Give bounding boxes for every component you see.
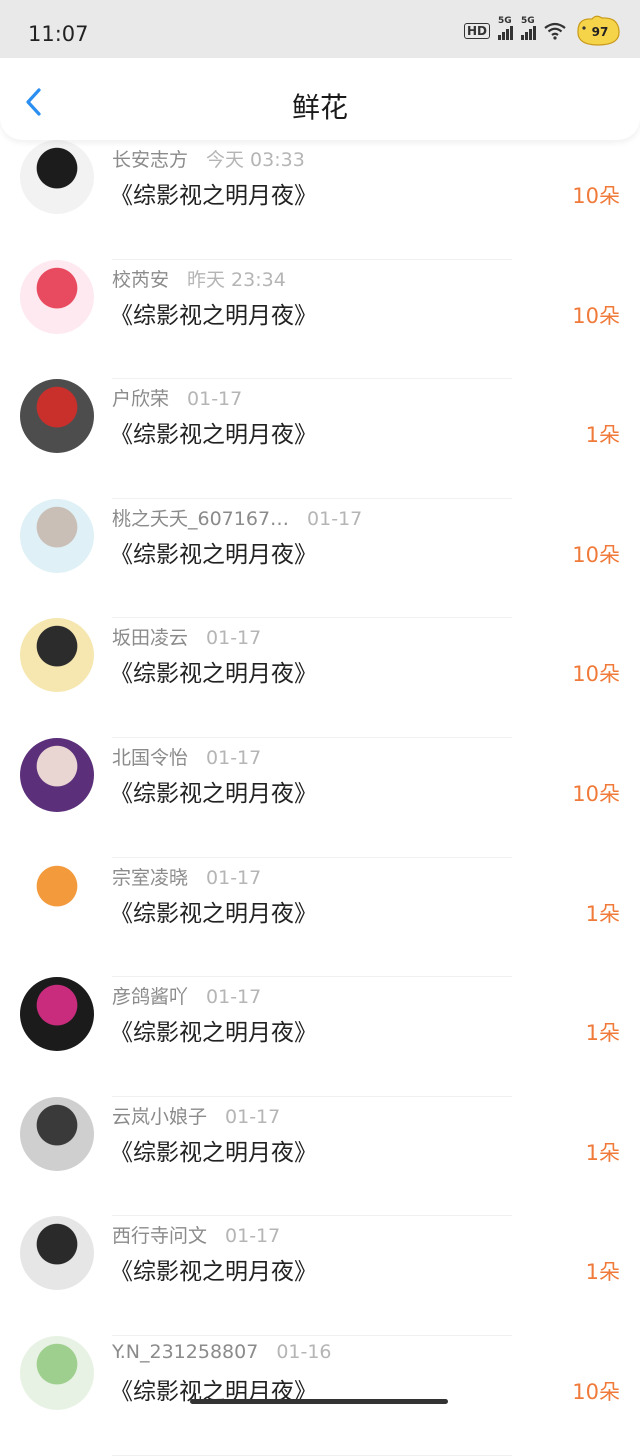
book-title[interactable]: 《综影视之明月夜》 [110,535,317,569]
username[interactable]: 长安志方 [112,149,188,171]
flower-count: 1朵 [585,1021,620,1046]
avatar[interactable] [20,498,94,573]
list-item[interactable]: 坂田凌云 01-17 《综影视之明月夜》 10朵 [0,618,640,738]
flower-count: 10朵 [572,184,620,208]
signal-icon-sim2: 5G [521,16,536,40]
username[interactable]: 校芮安 [112,269,169,291]
flower-count: 10朵 [572,542,620,567]
divider [112,1454,512,1456]
record-meta: 户欣荣 01-17 [112,384,242,411]
list-item[interactable]: 西行寺问文 01-17 《综影视之明月夜》 1朵 [0,1216,640,1336]
book-title[interactable]: 《综影视之明月夜》 [110,894,317,928]
flower-record-list: 长安志方 今天 03:33 《综影视之明月夜》 10朵 校芮安 昨天 23:34 《综影视之… [0,140,640,1456]
username[interactable]: Y.N_231258807 [112,1341,258,1363]
avatar[interactable] [20,1096,94,1171]
username[interactable]: 北国令怡 [112,747,188,769]
book-title[interactable]: 《综影视之明月夜》 [110,176,317,210]
flower-count: 10朵 [572,303,620,328]
flower-count: 10朵 [572,1379,620,1404]
timestamp: 01-17 [206,866,262,889]
avatar[interactable] [20,857,94,932]
list-item[interactable]: 校芮安 昨天 23:34 《综影视之明月夜》 10朵 [0,259,640,380]
avatar[interactable] [20,737,94,812]
wifi-icon [544,22,566,40]
record-meta: 彦鸽酱吖 01-17 [112,982,261,1009]
record-meta: Y.N_231258807 01-16 [112,1341,332,1363]
record-meta: 宗室凌晓 01-17 [112,863,261,890]
status-time: 11:07 [28,22,89,46]
record-meta: 西行寺问文 01-17 [112,1221,280,1248]
avatar[interactable] [20,379,94,454]
timestamp: 01-17 [206,746,262,769]
book-title[interactable]: 《综影视之明月夜》 [110,415,317,449]
list-item[interactable]: 北国令怡 01-17 《综影视之明月夜》 10朵 [0,737,640,858]
status-icons: HD 5G 5G 97 [463,14,622,48]
record-meta: 坂田凌云 01-17 [112,623,261,650]
record-meta: 长安志方 今天 03:33 [112,145,305,172]
book-title[interactable]: 《综影视之明月夜》 [110,296,317,330]
timestamp: 01-16 [276,1340,332,1363]
book-title[interactable]: 《综影视之明月夜》 [110,654,317,688]
book-title[interactable]: 《综影视之明月夜》 [110,1252,317,1286]
hd-icon: HD [463,23,490,39]
list-item[interactable]: 宗室凌晓 01-17 《综影视之明月夜》 1朵 [0,857,640,978]
timestamp: 01-17 [307,507,363,530]
username[interactable]: 宗室凌晓 [112,867,188,889]
record-meta: 北国令怡 01-17 [112,743,261,770]
timestamp: 昨天 23:34 [187,268,286,291]
record-meta: 云岚小娘子 01-17 [112,1102,280,1129]
flower-count: 1朵 [585,1260,620,1285]
list-item[interactable]: 长安志方 今天 03:33 《综影视之明月夜》 10朵 [0,140,640,260]
battery-icon: 97 [577,15,620,46]
username[interactable]: 桃之夭夭_607167… [112,508,289,530]
list-item[interactable]: Y.N_231258807 01-16 《综影视之明月夜》 10朵 [0,1335,640,1456]
timestamp: 01-17 [225,1225,281,1248]
flower-count: 1朵 [585,423,620,448]
battery-level: 97 [592,25,609,39]
record-meta: 校芮安 昨天 23:34 [112,265,286,292]
page-title: 鲜花 [291,91,348,124]
book-title[interactable]: 《综影视之明月夜》 [110,1133,317,1167]
username[interactable]: 西行寺问文 [112,1225,207,1247]
timestamp: 01-17 [206,627,262,650]
flower-count: 1朵 [585,901,620,926]
timestamp: 01-17 [225,1105,281,1128]
avatar[interactable] [20,140,94,214]
list-item[interactable]: 彦鸽酱吖 01-17 《综影视之明月夜》 1朵 [0,977,640,1097]
signal-icon-sim1: 5G [498,16,513,40]
flower-count: 10朵 [572,662,620,687]
avatar[interactable] [20,618,94,693]
timestamp: 今天 03:33 [206,149,305,171]
book-title[interactable]: 《综影视之明月夜》 [110,774,317,808]
username[interactable]: 户欣荣 [112,388,169,410]
username[interactable]: 坂田凌云 [112,627,188,649]
record-meta: 桃之夭夭_607167… 01-17 [112,504,362,531]
list-item[interactable]: 桃之夭夭_607167… 01-17 《综影视之明月夜》 10朵 [0,498,640,619]
avatar[interactable] [20,1335,94,1410]
flower-count: 10朵 [572,781,620,806]
timestamp: 01-17 [206,986,262,1009]
username[interactable]: 云岚小娘子 [112,1106,207,1128]
home-indicator[interactable] [190,1399,448,1404]
avatar[interactable] [20,1216,94,1291]
flower-count: 1朵 [585,1140,620,1165]
list-item[interactable]: 云岚小娘子 01-17 《综影视之明月夜》 1朵 [0,1096,640,1217]
timestamp: 01-17 [187,388,243,411]
avatar[interactable] [20,259,94,334]
book-title[interactable]: 《综影视之明月夜》 [110,1013,317,1047]
header-bar: 鲜花 [0,58,640,140]
username[interactable]: 彦鸽酱吖 [112,986,188,1008]
status-bar: 11:07 HD 5G 5G 97 [0,0,640,60]
avatar[interactable] [20,977,94,1052]
list-item[interactable]: 户欣荣 01-17 《综影视之明月夜》 1朵 [0,379,640,499]
